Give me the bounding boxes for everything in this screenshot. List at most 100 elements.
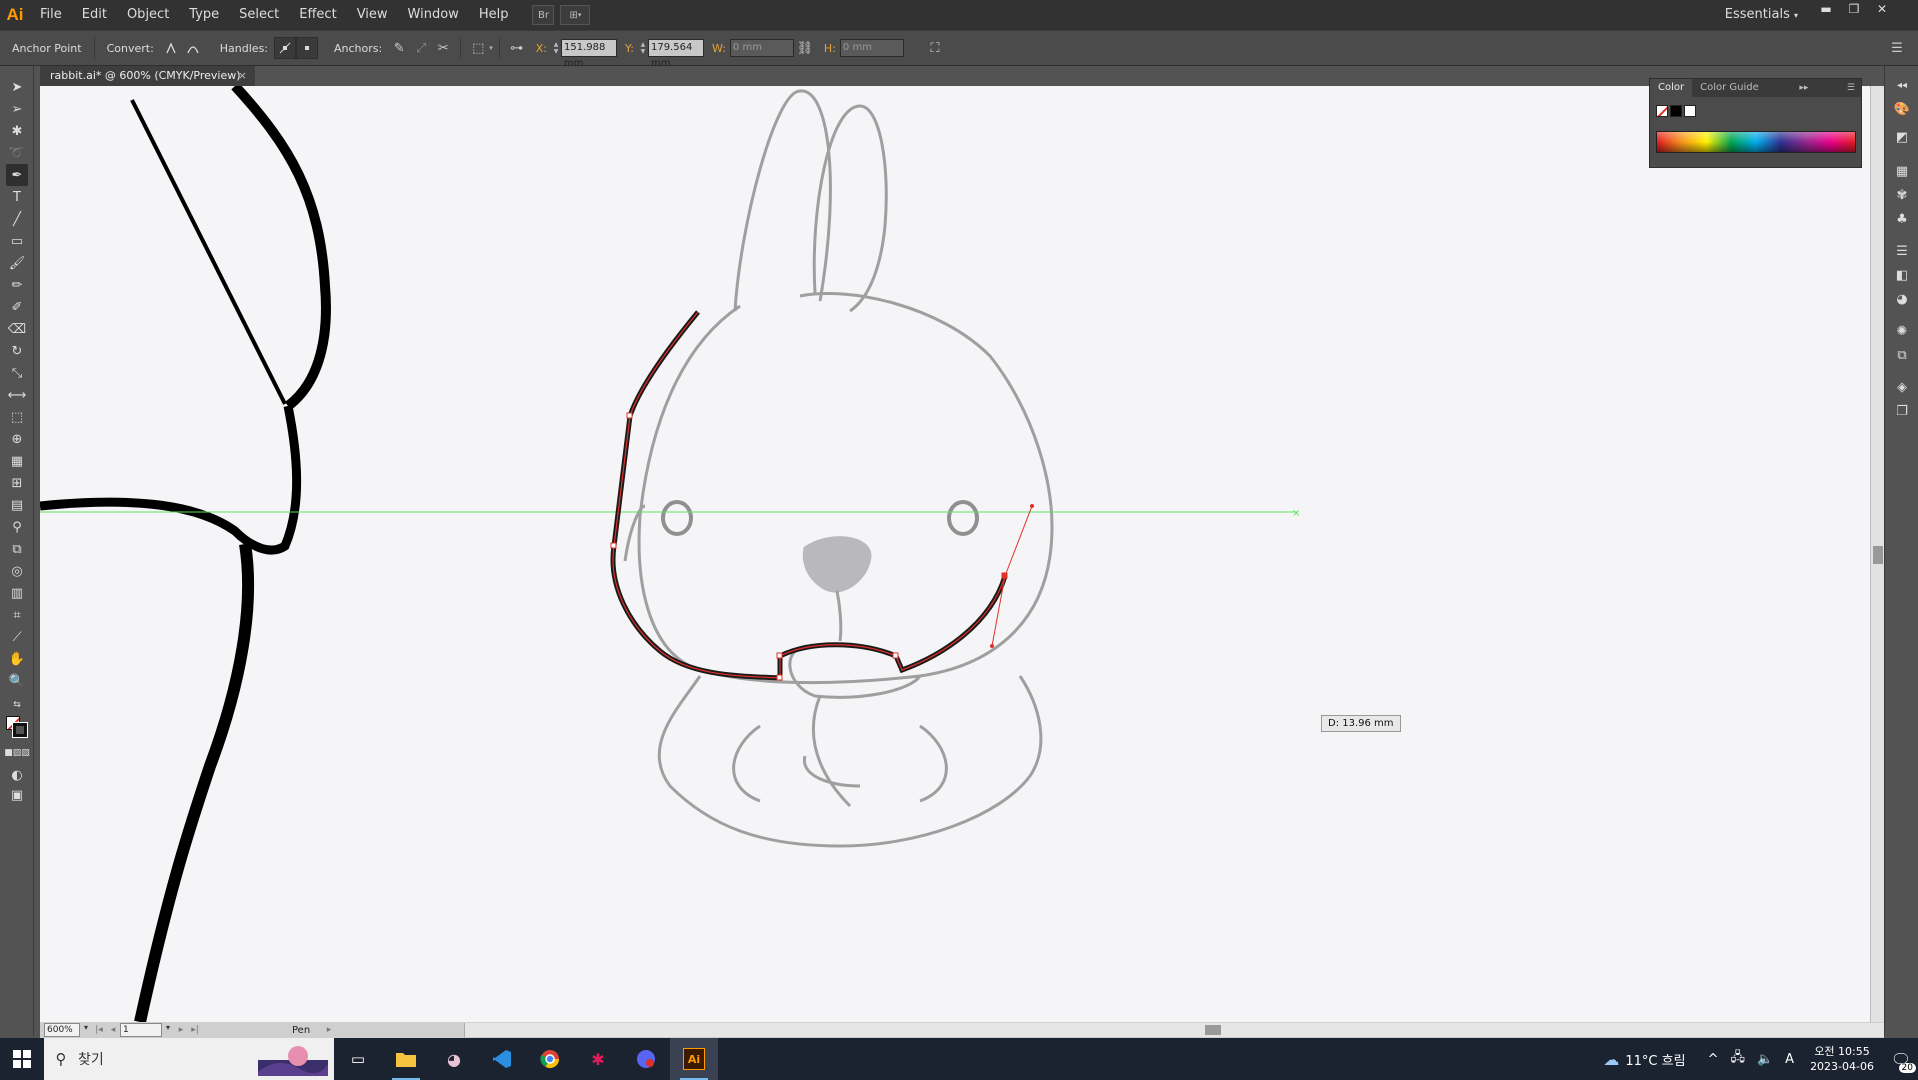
next-artboard-icon[interactable]: ▸ (174, 1025, 188, 1035)
vertical-scroll-thumb[interactable] (1873, 546, 1883, 564)
clock[interactable]: 오전 10:55 2023-04-06 (1800, 1044, 1884, 1074)
black-swatch[interactable] (1670, 105, 1682, 117)
color-panel-icon[interactable]: 🎨 (1893, 100, 1911, 118)
color-mode-icons[interactable]: ■▨▧ (4, 742, 30, 764)
horizontal-scroll-thumb[interactable] (1205, 1025, 1221, 1035)
connect-anchors-icon[interactable]: ⤢ (410, 37, 432, 59)
vertical-scrollbar[interactable] (1870, 86, 1884, 1022)
isolate-icon[interactable]: ⛶ (924, 37, 946, 59)
first-artboard-icon[interactable]: |◂ (92, 1025, 106, 1035)
w-input[interactable]: 0 mm (729, 39, 794, 57)
network-icon[interactable]: 🖧 (1724, 1048, 1751, 1070)
free-transform-tool-icon[interactable]: ⬚ (6, 406, 28, 428)
pencil-tool-icon[interactable]: ✏ (6, 274, 28, 296)
artboard-tool-icon[interactable]: ⌗ (6, 604, 28, 626)
close-window-icon[interactable]: ✕ (1870, 0, 1894, 20)
x-stepper[interactable]: ▲ ▼ (551, 39, 561, 57)
menu-edit[interactable]: Edit (72, 0, 117, 30)
panel-collapse-icon[interactable]: ▸▸ (1793, 79, 1814, 97)
constrain-proportions-icon[interactable]: ⛓ (794, 37, 816, 59)
show-hidden-icons-icon[interactable]: ^ (1702, 1052, 1725, 1067)
paintbrush-tool-icon[interactable]: 🖌 (6, 252, 28, 274)
status-menu-icon[interactable]: ▸ (322, 1025, 336, 1035)
hide-handles-icon[interactable] (296, 37, 319, 59)
brushes-icon[interactable]: ✾ (1893, 186, 1911, 204)
symbol-sprayer-tool-icon[interactable]: ◎ (6, 560, 28, 582)
horizontal-scrollbar[interactable] (464, 1023, 1884, 1037)
artboard-canvas[interactable]: × D: 13.96 mm (40, 86, 1870, 1022)
stroke-icon[interactable]: ☰ (1893, 242, 1911, 260)
appearance-icon[interactable]: ✺ (1893, 322, 1911, 340)
menu-effect[interactable]: Effect (289, 0, 346, 30)
artboards-icon[interactable]: ❐ (1893, 402, 1911, 420)
ime-indicator[interactable]: A (1779, 1052, 1800, 1067)
chrome-app[interactable] (526, 1038, 574, 1080)
menu-help[interactable]: Help (469, 0, 519, 30)
zoom-tool-icon[interactable]: 🔍 (6, 670, 28, 692)
panel-menu-icon[interactable]: ☰ (1841, 79, 1861, 97)
blend-tool-icon[interactable]: ⧉ (6, 538, 28, 560)
document-tab[interactable]: rabbit.ai* @ 600% (CMYK/Preview) × (40, 66, 255, 86)
control-panel-menu-icon[interactable]: ☰ (1886, 37, 1908, 59)
scale-tool-icon[interactable]: ⤡ (6, 362, 28, 384)
illustrator-app[interactable]: Ai (670, 1038, 718, 1080)
file-explorer-app[interactable] (382, 1038, 430, 1080)
weather-text[interactable]: 11°C 흐림 (1625, 1050, 1701, 1069)
minimize-icon[interactable]: ▬ (1814, 0, 1838, 20)
direct-selection-tool-icon[interactable]: ➢ (6, 98, 28, 120)
notification-center-icon[interactable]: 🗨 20 (1884, 1050, 1918, 1073)
draw-mode-icon[interactable]: ◐ (6, 764, 28, 786)
pen-tool-icon[interactable]: ✒ (6, 164, 28, 186)
color-spectrum-bar[interactable] (1656, 131, 1856, 153)
show-handles-icon[interactable] (274, 37, 297, 59)
taskbar-search[interactable]: ⚲ 찾기 (44, 1038, 334, 1080)
type-tool-icon[interactable]: T (6, 186, 28, 208)
y-input[interactable]: 179.564 mm (647, 39, 704, 69)
swap-colors-icon[interactable]: ⇆ (6, 694, 28, 716)
lasso-tool-icon[interactable]: ➰ (6, 142, 28, 164)
zoom-dropdown-icon[interactable]: ▾ (80, 1023, 92, 1037)
menu-type[interactable]: Type (179, 0, 229, 30)
white-swatch[interactable] (1684, 105, 1696, 117)
menu-file[interactable]: File (30, 0, 72, 30)
shape-builder-tool-icon[interactable]: ⊕ (6, 428, 28, 450)
swatches-icon[interactable]: ▦ (1893, 162, 1911, 180)
color-guide-icon[interactable]: ◩ (1893, 128, 1911, 146)
graphic-styles-icon[interactable]: ⧉ (1893, 346, 1911, 364)
discord-app[interactable] (622, 1038, 670, 1080)
menu-window[interactable]: Window (398, 0, 469, 30)
h-input[interactable]: 0 mm (839, 39, 904, 57)
convert-to-smooth-icon[interactable] (182, 37, 204, 59)
workspace-switcher[interactable]: Essentials ▾ (1725, 0, 1798, 31)
menu-view[interactable]: View (347, 0, 398, 30)
arrange-documents-button[interactable]: ⊞ ▾ (560, 5, 591, 25)
blob-brush-tool-icon[interactable]: ✐ (6, 296, 28, 318)
menu-object[interactable]: Object (117, 0, 179, 30)
y-stepper[interactable]: ▲ ▼ (638, 39, 648, 57)
gradient-tool-icon[interactable]: ▤ (6, 494, 28, 516)
symbols-icon[interactable]: ♣ (1893, 210, 1911, 228)
magic-wand-tool-icon[interactable]: ✱ (6, 120, 28, 142)
tab-color-guide[interactable]: Color Guide (1692, 79, 1767, 97)
convert-to-corner-icon[interactable] (160, 37, 182, 59)
transparency-icon[interactable]: ◕ (1893, 290, 1911, 308)
zoom-level-field[interactable]: 600% (44, 1023, 80, 1037)
prev-artboard-icon[interactable]: ◂ (106, 1025, 120, 1035)
dock-collapse-icon[interactable]: ◂◂ (1893, 76, 1911, 94)
vscode-app[interactable] (478, 1038, 526, 1080)
artboard-dropdown-icon[interactable]: ▾ (162, 1023, 174, 1037)
tab-color[interactable]: Color (1650, 79, 1693, 97)
perspective-grid-tool-icon[interactable]: ▦ (6, 450, 28, 472)
task-view-button[interactable]: ▭ (334, 1038, 382, 1080)
align-menu-icon[interactable]: ⬚ (467, 37, 489, 59)
start-button[interactable] (0, 1038, 44, 1080)
x-input[interactable]: 151.988 mm (561, 39, 617, 69)
cut-path-icon[interactable]: ✂ (432, 37, 454, 59)
rotate-tool-icon[interactable]: ↻ (6, 340, 28, 362)
reference-point-icon[interactable]: ⊶ (506, 37, 528, 59)
paint-app[interactable]: ◕ (430, 1038, 478, 1080)
slice-tool-icon[interactable]: ⟋ (6, 626, 28, 648)
volume-icon[interactable]: 🔈 (1751, 1052, 1779, 1067)
none-swatch[interactable] (1656, 105, 1668, 117)
last-artboard-icon[interactable]: ▸| (188, 1025, 202, 1035)
